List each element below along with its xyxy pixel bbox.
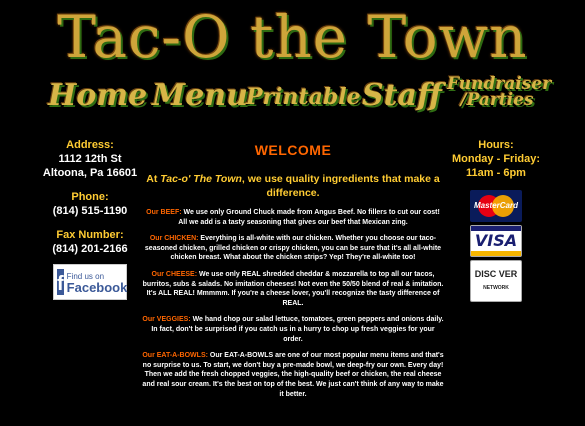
- main-nav: Home Menu Printable Staff Fundraiser /Pa…: [0, 76, 585, 118]
- address-line1: 1112 12th St: [58, 153, 122, 165]
- facebook-link[interactable]: f Find us on Facebook: [53, 264, 127, 300]
- facebook-icon: f: [57, 269, 64, 295]
- site-title: Tac-O the Town: [57, 3, 528, 71]
- discover-logo: DISC VER NETWORK: [470, 260, 522, 302]
- fax-label: Fax Number:: [56, 229, 124, 241]
- nav-staff[interactable]: Staff: [362, 78, 442, 113]
- visa-logo: VISA: [470, 225, 522, 257]
- address-line2: Altoona, Pa 16601: [42, 167, 138, 179]
- section-beef: Our BEEF: We use only Ground Chuck made …: [146, 209, 440, 226]
- mastercard-logo: MasterCard: [470, 190, 522, 222]
- intro-text: At Tac-o' The Town, we use quality ingre…: [146, 173, 440, 199]
- hours-column: Hours: Monday - Friday: 11am - 6pm Maste…: [446, 138, 546, 302]
- section-eat-a-bowls: Our EAT-A-BOWLS: Our EAT-A-BOWLS are one…: [142, 352, 444, 398]
- fax-number: (814) 201-2166: [52, 243, 128, 255]
- nav-printable[interactable]: Printable: [246, 84, 361, 110]
- section-chicken: Our CHICKEN: Everything is all-white wit…: [144, 235, 442, 262]
- hours-label: Hours:: [478, 139, 514, 151]
- facebook-big-text: Facebook: [66, 280, 128, 295]
- hours-time: 11am - 6pm: [466, 167, 526, 179]
- nav-home[interactable]: Home: [48, 78, 147, 113]
- nav-fundraiser-parties[interactable]: Fundraiser /Parties: [447, 76, 551, 110]
- section-veggies: Our VEGGIES: We hand chop our salad lett…: [142, 316, 444, 343]
- phone-label: Phone:: [71, 191, 109, 203]
- contact-column: Address: 1112 12th St Altoona, Pa 16601 …: [40, 138, 140, 300]
- section-cheese: Our CHEESE: We use only REAL shredded ch…: [142, 270, 444, 307]
- nav-fundraiser-line2: /Parties: [460, 90, 534, 110]
- address-label: Address:: [66, 139, 114, 151]
- main-content: WELCOME At Tac-o' The Town, we use quali…: [142, 142, 444, 406]
- nav-menu[interactable]: Menu: [152, 78, 248, 113]
- phone-number: (814) 515-1190: [52, 205, 128, 217]
- welcome-heading: WELCOME: [254, 142, 332, 158]
- hours-days: Monday - Friday:: [451, 153, 540, 165]
